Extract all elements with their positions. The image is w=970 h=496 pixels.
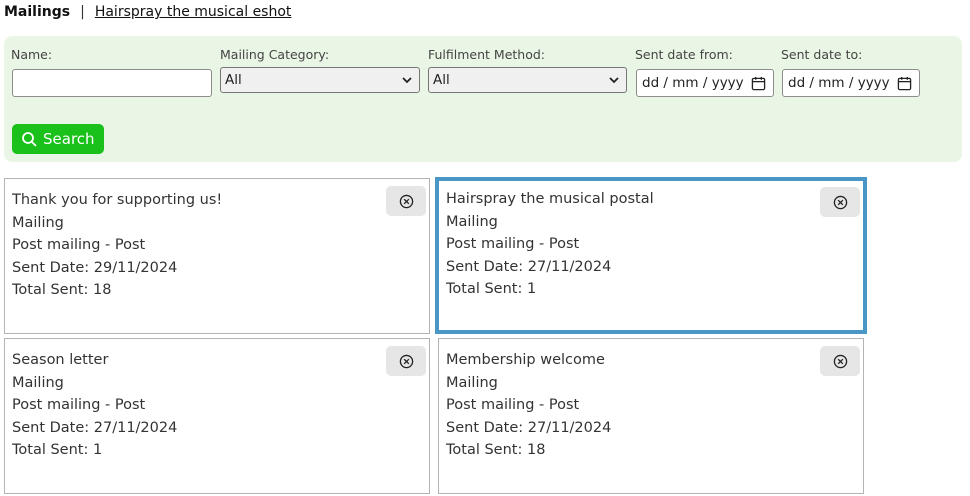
- circle-x-icon: [399, 194, 413, 208]
- calendar-icon[interactable]: [897, 76, 912, 91]
- remove-card-button[interactable]: [820, 187, 860, 217]
- category-select[interactable]: All: [220, 67, 420, 93]
- remove-card-button[interactable]: [820, 346, 860, 376]
- chevron-down-icon: [609, 77, 619, 84]
- remove-card-button[interactable]: [386, 346, 426, 376]
- circle-x-icon: [833, 354, 847, 368]
- remove-card-button[interactable]: [386, 186, 426, 216]
- card-type: Mailing: [446, 213, 498, 230]
- circle-x-icon: [399, 354, 413, 368]
- filter-panel: Name: Mailing Category: All Fulfilment M…: [4, 36, 962, 162]
- mailing-card[interactable]: Thank you for supporting us! Mailing Pos…: [4, 178, 430, 334]
- fulfilment-select[interactable]: All: [428, 67, 627, 93]
- category-select-value: All: [225, 72, 242, 88]
- card-sent-date: Sent Date: 27/11/2024: [12, 419, 178, 436]
- circle-x-icon: [833, 195, 847, 209]
- search-button[interactable]: Search: [12, 124, 104, 154]
- card-title: Season letter: [12, 352, 109, 368]
- card-method: Post mailing - Post: [446, 397, 580, 413]
- card-sent-date: Sent Date: 27/11/2024: [446, 258, 612, 275]
- sent-to-label: Sent date to:: [781, 47, 863, 62]
- card-sent-date: Sent Date: 27/11/2024: [446, 419, 612, 436]
- card-title: Thank you for supporting us!: [12, 192, 223, 208]
- breadcrumb: Mailings | Hairspray the musical eshot: [4, 4, 291, 20]
- mailing-card[interactable]: Season letter Mailing Post mailing - Pos…: [4, 338, 430, 494]
- name-label: Name:: [11, 47, 53, 62]
- sent-from-date-input[interactable]: dd / mm / yyyy: [636, 69, 774, 97]
- mailing-card[interactable]: Membership welcome Mailing Post mailing …: [438, 338, 864, 494]
- card-total-sent: Total Sent: 1: [446, 281, 537, 297]
- fulfilment-select-value: All: [433, 72, 450, 88]
- breadcrumb-root: Mailings: [4, 4, 71, 20]
- category-label: Mailing Category:: [220, 47, 330, 62]
- name-input[interactable]: [12, 69, 212, 97]
- search-icon: [22, 132, 37, 147]
- card-type: Mailing: [12, 214, 64, 231]
- card-method: Post mailing - Post: [446, 236, 580, 252]
- card-title: Membership welcome: [446, 352, 605, 368]
- fulfilment-label: Fulfilment Method:: [428, 47, 546, 62]
- breadcrumb-current-link[interactable]: Hairspray the musical eshot: [95, 4, 292, 20]
- sent-from-label: Sent date from:: [635, 47, 733, 62]
- sent-to-date-input[interactable]: dd / mm / yyyy: [782, 69, 920, 97]
- card-title: Hairspray the musical postal: [446, 191, 654, 207]
- card-total-sent: Total Sent: 1: [12, 442, 103, 458]
- calendar-icon[interactable]: [751, 76, 766, 91]
- sent-from-placeholder: dd / mm / yyyy: [642, 75, 744, 91]
- card-method: Post mailing - Post: [12, 397, 146, 413]
- mailing-card-selected[interactable]: Hairspray the musical postal Mailing Pos…: [435, 177, 867, 334]
- card-total-sent: Total Sent: 18: [12, 282, 112, 298]
- chevron-down-icon: [402, 77, 412, 84]
- breadcrumb-separator: |: [80, 4, 85, 20]
- card-type: Mailing: [446, 374, 498, 391]
- card-type: Mailing: [12, 374, 64, 391]
- search-button-label: Search: [43, 130, 95, 148]
- card-sent-date: Sent Date: 29/11/2024: [12, 259, 178, 276]
- card-method: Post mailing - Post: [12, 237, 146, 253]
- sent-to-placeholder: dd / mm / yyyy: [788, 75, 890, 91]
- card-total-sent: Total Sent: 18: [446, 442, 546, 458]
